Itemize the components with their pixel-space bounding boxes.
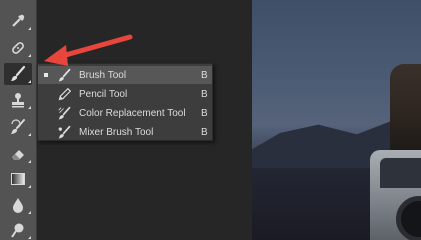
- flyout-item-label: Mixer Brush Tool: [79, 126, 154, 138]
- flyout-item-shortcut: B: [201, 126, 208, 138]
- flyout-item-label: Color Replacement Tool: [79, 107, 186, 119]
- dodge-icon: [11, 223, 24, 238]
- flyout-item-label: Brush Tool: [79, 69, 127, 81]
- selected-indicator: [44, 73, 48, 77]
- eyedropper-icon: [12, 14, 25, 27]
- stamp-icon: [12, 93, 24, 108]
- dodge-tool[interactable]: [4, 219, 32, 240]
- submenu-indicator: [28, 211, 31, 214]
- mixer-brush-icon: [55, 123, 73, 141]
- gradient-tool[interactable]: [4, 168, 32, 190]
- submenu-indicator: [28, 54, 31, 57]
- submenu-indicator: [28, 133, 31, 136]
- drop-icon: [13, 198, 23, 213]
- submenu-indicator: [28, 185, 31, 188]
- brush-tools-flyout: Brush Tool B Pencil Tool B Color Replace…: [37, 63, 213, 141]
- blur-tool[interactable]: [4, 194, 32, 216]
- brush-tool[interactable]: [4, 63, 32, 85]
- pencil-icon: [55, 85, 73, 103]
- tools-panel: [0, 0, 37, 240]
- gradient-icon: [11, 173, 25, 185]
- flyout-item-pencil-tool[interactable]: Pencil Tool B: [38, 85, 212, 103]
- color-replacement-icon: [55, 104, 73, 122]
- eyedropper-tool[interactable]: [4, 10, 32, 32]
- brush-icon: [55, 66, 73, 84]
- flyout-item-mixer-brush-tool[interactable]: Mixer Brush Tool B: [38, 123, 212, 141]
- flyout-item-color-replacement-tool[interactable]: Color Replacement Tool B: [38, 104, 212, 122]
- brush-icon: [11, 65, 26, 81]
- roof-cargo: [390, 64, 421, 152]
- submenu-indicator: [28, 80, 31, 83]
- spot-healing-tool[interactable]: [4, 37, 32, 59]
- eraser-icon: [12, 150, 24, 160]
- eraser-tool[interactable]: [4, 143, 32, 165]
- history-brush-icon: [11, 119, 25, 134]
- document-canvas[interactable]: [252, 0, 421, 240]
- truck-window: [380, 158, 421, 188]
- flyout-item-shortcut: B: [201, 88, 208, 100]
- submenu-indicator: [28, 236, 31, 239]
- flyout-item-shortcut: B: [201, 69, 208, 81]
- flyout-item-label: Pencil Tool: [79, 88, 128, 100]
- clone-stamp-tool[interactable]: [4, 89, 32, 111]
- flyout-item-brush-tool[interactable]: Brush Tool B: [38, 66, 212, 84]
- submenu-indicator: [28, 106, 31, 109]
- band-aid-icon: [12, 42, 24, 54]
- submenu-indicator: [28, 27, 31, 30]
- flyout-item-shortcut: B: [201, 107, 208, 119]
- history-brush-tool[interactable]: [4, 116, 32, 138]
- submenu-indicator: [28, 160, 31, 163]
